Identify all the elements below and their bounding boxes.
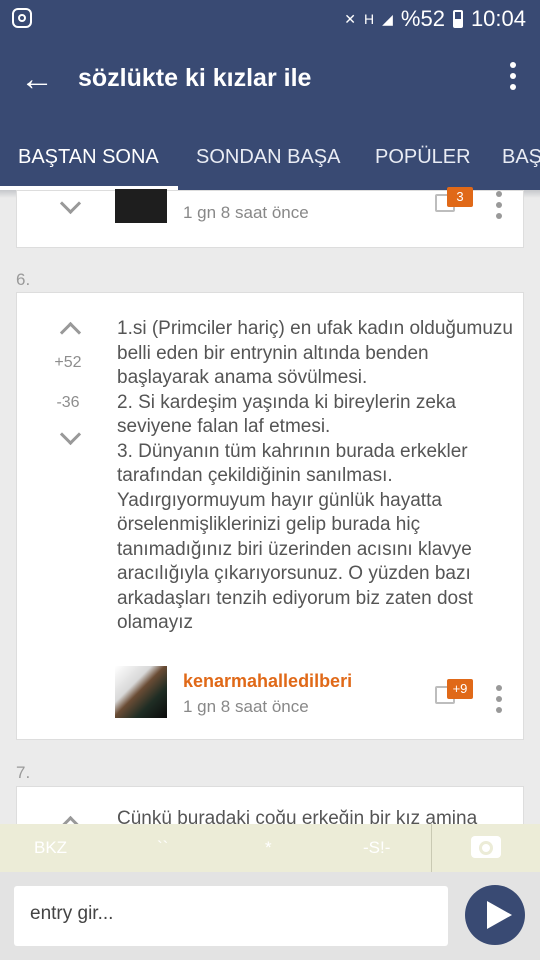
app-bar: ← sözlükte ki kızlar ile (0, 38, 540, 122)
tab-bastan-sona[interactable]: BAŞTAN SONA (18, 146, 159, 169)
send-button[interactable] (465, 885, 525, 945)
downvote-count: -36 (56, 394, 80, 411)
entry-more-button[interactable] (496, 685, 502, 718)
hidden-reference-button[interactable]: `` (157, 838, 168, 858)
author-name[interactable]: kenarmahalledilberi (183, 671, 352, 692)
status-indicators: ✕ H ◢ %52 10:04 (344, 6, 526, 32)
entry-time: 1 gn 8 saat önce (183, 203, 309, 222)
more-vertical-icon (508, 62, 518, 90)
back-button[interactable]: ← (20, 62, 54, 96)
toolbar-divider (431, 824, 432, 872)
comment-button[interactable]: +9 (435, 679, 473, 709)
more-button[interactable] (508, 62, 518, 96)
composer: BKZ `` * -S!- entry gir... (0, 824, 540, 960)
entry-number: 6. (16, 270, 31, 289)
entry-card: +52 -36 1.si (Primciler hariç) en ufak k… (16, 292, 524, 740)
status-bar: ✕ H ◢ %52 10:04 (0, 0, 540, 38)
avatar[interactable] (115, 189, 167, 223)
entry-input[interactable]: entry gir... (14, 886, 448, 946)
tab-bar: BAŞTAN SONA SONDAN BAŞA POPÜLER BAŞ (0, 122, 540, 190)
mute-icon: ✕ (344, 10, 356, 27)
author-avatar[interactable] (115, 666, 167, 718)
asterisk-button[interactable]: * (265, 838, 272, 858)
page-title: sözlükte ki kızlar ile (78, 64, 312, 92)
comment-count: +9 (447, 679, 473, 699)
input-bar: entry gir... (0, 872, 540, 960)
upvote-button[interactable] (57, 320, 83, 336)
battery-percent: %52 (400, 6, 445, 31)
comment-button[interactable]: 3 (435, 187, 473, 217)
arrow-left-icon: ← (20, 60, 54, 98)
tab-sondan-basa[interactable]: SONDAN BAŞA (196, 146, 340, 169)
instagram-icon (12, 8, 32, 28)
camera-icon[interactable] (471, 836, 501, 858)
comment-count: 3 (447, 187, 473, 207)
clock: 10:04 (470, 6, 526, 31)
entry-card-previous: 1 gn 8 saat önce 3 (16, 187, 524, 248)
entry-time: 1 gn 8 saat önce (183, 697, 309, 716)
entry-text: 1.si (Primciler hariç) en ufak kadın old… (117, 318, 514, 633)
network-icon: H (363, 11, 375, 27)
formatting-toolbar: BKZ `` * -S!- (0, 824, 540, 872)
battery-icon (452, 10, 463, 28)
tab-bas[interactable]: BAŞ (502, 146, 540, 169)
tab-populer[interactable]: POPÜLER (375, 146, 471, 169)
downvote-button[interactable] (57, 198, 83, 214)
upvote-count: +52 (54, 354, 82, 371)
downvote-button[interactable] (57, 429, 83, 445)
entry-more-button[interactable] (496, 191, 502, 224)
entry-number: 7. (16, 763, 31, 782)
spoiler-button[interactable]: -S!- (363, 838, 390, 858)
bkz-button[interactable]: BKZ (34, 838, 67, 858)
signal-icon: ◢ (382, 10, 393, 27)
